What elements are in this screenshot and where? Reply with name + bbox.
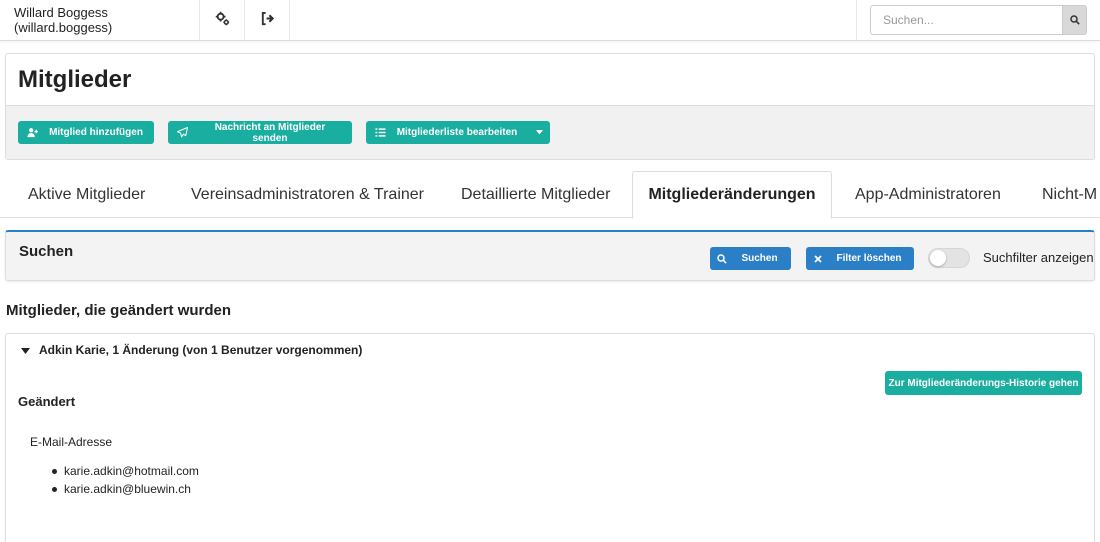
list-item: karie.adkin@bluewin.ch — [52, 481, 199, 499]
sign-out-icon — [260, 11, 275, 29]
search-panel: Suchen Suchen Filter löschen Suchfilter … — [5, 230, 1095, 281]
action-toolbar: Mitglied hinzufügen Nachricht an Mitglie… — [6, 105, 1094, 159]
close-icon — [806, 247, 830, 270]
top-bar: Willard Boggess (willard.boggess) — [0, 0, 1100, 41]
gears-icon — [215, 11, 230, 29]
tab-non-members[interactable]: Nicht-M — [1042, 171, 1097, 218]
tab-label: Vereinsadministratoren & Trainer — [191, 185, 424, 203]
search-input[interactable] — [870, 5, 1062, 35]
tab-active-members[interactable]: Aktive Mitglieder — [28, 171, 145, 218]
change-history-label: Zur Mitgliederänderungs-Historie gehen — [888, 377, 1079, 389]
search-submit-button[interactable]: Suchen — [710, 247, 791, 270]
user-menu[interactable]: Willard Boggess (willard.boggess) — [0, 0, 200, 40]
tab-admins-trainers[interactable]: Vereinsadministratoren & Trainer — [191, 171, 424, 218]
member-change-card: Adkin Karie, 1 Änderung (von 1 Benutzer … — [5, 333, 1095, 542]
toggle-knob — [930, 250, 946, 266]
logout-button[interactable] — [245, 0, 290, 40]
tab-label: Detaillierte Mitglieder — [461, 185, 611, 203]
changed-field-name: E-Mail-Adresse — [30, 435, 113, 449]
tab-app-admins[interactable]: App-Administratoren — [855, 171, 1001, 218]
clear-filter-label: Filter löschen — [836, 253, 902, 264]
add-member-label: Mitglied hinzufügen — [49, 127, 143, 138]
global-search — [856, 0, 1100, 40]
caret-down-icon — [21, 343, 39, 357]
list-item: karie.adkin@hotmail.com — [52, 463, 199, 481]
search-filter-toggle-label: Suchfilter anzeigen — [983, 250, 1094, 265]
changed-values-list: karie.adkin@hotmail.com karie.adkin@blue… — [52, 463, 199, 499]
search-icon — [710, 247, 734, 270]
change-status: Geändert — [18, 394, 76, 409]
tab-detailed-members[interactable]: Detaillierte Mitglieder — [461, 171, 610, 218]
change-entry-header[interactable]: Adkin Karie, 1 Änderung (von 1 Benutzer … — [21, 343, 362, 357]
chevron-down-icon[interactable] — [528, 121, 550, 144]
search-submit-label: Suchen — [741, 253, 778, 264]
paper-plane-icon — [168, 121, 196, 144]
settings-button[interactable] — [200, 0, 245, 40]
add-member-button[interactable]: Mitglied hinzufügen — [18, 121, 154, 144]
change-history-button[interactable]: Zur Mitgliederänderungs-Historie gehen — [885, 371, 1082, 395]
search-button[interactable] — [1062, 5, 1087, 35]
tab-label: Aktive Mitglieder — [28, 185, 146, 203]
section-title: Mitglieder, die geändert wurden — [6, 302, 232, 319]
send-message-label: Nachricht an Mitglieder senden — [214, 121, 326, 144]
user-label: Willard Boggess (willard.boggess) — [14, 5, 113, 35]
edit-list-button[interactable]: Mitgliederliste bearbeiten — [366, 121, 550, 144]
tab-label: App-Administratoren — [855, 185, 1001, 203]
tab-label: Mitgliederänderungen — [648, 186, 816, 203]
user-plus-icon — [18, 121, 46, 144]
search-panel-title: Suchen — [19, 243, 74, 260]
list-icon — [366, 121, 394, 144]
change-entry-title: Adkin Karie, 1 Änderung (von 1 Benutzer … — [39, 343, 363, 357]
page-title: Mitglieder — [18, 66, 132, 93]
search-icon — [1069, 13, 1080, 28]
send-message-button[interactable]: Nachricht an Mitglieder senden — [168, 121, 352, 144]
tab-label: Nicht-M — [1042, 185, 1098, 203]
search-filter-toggle[interactable] — [928, 248, 970, 268]
clear-filter-button[interactable]: Filter löschen — [806, 247, 914, 270]
edit-list-label: Mitgliederliste bearbeiten — [396, 127, 518, 138]
member-tabs: Aktive Mitglieder Vereinsadministratoren… — [0, 171, 1100, 219]
page-header-panel: Mitglieder Mitglied hinzufügen Nachricht… — [5, 53, 1095, 160]
tab-member-changes[interactable]: Mitgliederänderungen — [632, 171, 832, 219]
